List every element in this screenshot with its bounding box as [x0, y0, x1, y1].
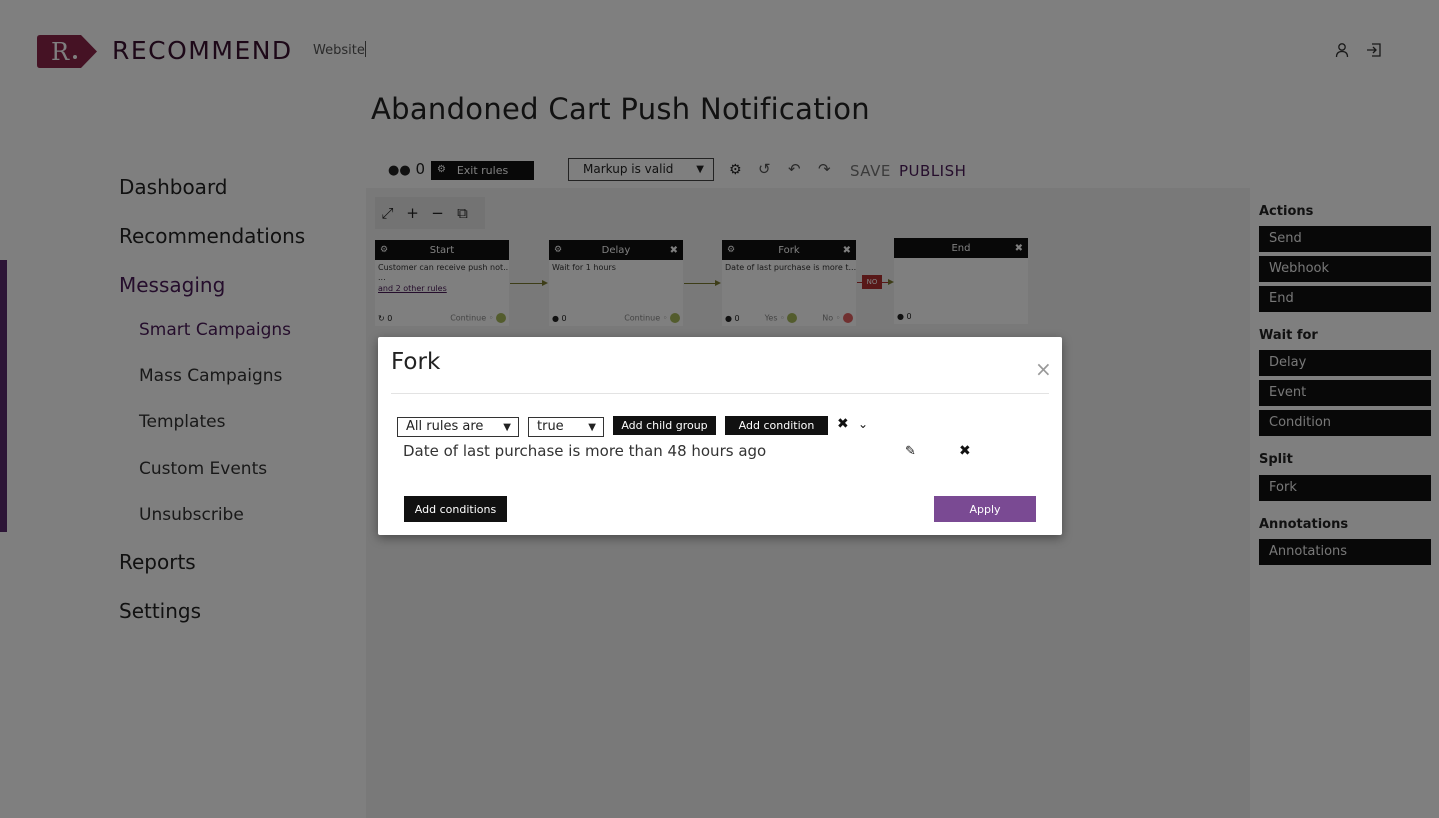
add-child-group-button[interactable]: Add child group — [613, 416, 716, 435]
rule-value-value: true — [537, 419, 564, 434]
caret-down-icon: ▼ — [503, 422, 511, 433]
rule-mode-value: All rules are — [406, 419, 484, 434]
rule-value-select[interactable]: true ▼ — [528, 417, 604, 437]
edit-icon[interactable]: ✎ — [905, 444, 916, 459]
caret-down-icon: ▼ — [588, 422, 596, 433]
modal-divider — [391, 393, 1049, 394]
delete-condition-icon[interactable]: ✖ — [959, 443, 971, 459]
fork-modal: Fork × All rules are ▼ true ▼ Add child … — [378, 337, 1062, 535]
apply-button[interactable]: Apply — [934, 496, 1036, 522]
condition-text: Date of last purchase is more than 48 ho… — [403, 442, 767, 460]
chevron-down-icon[interactable]: ⌄ — [858, 417, 868, 431]
close-icon[interactable]: × — [1035, 357, 1052, 381]
modal-title: Fork — [391, 349, 441, 375]
add-condition-button[interactable]: Add condition — [725, 416, 828, 435]
rule-mode-select[interactable]: All rules are ▼ — [397, 417, 519, 437]
add-conditions-button[interactable]: Add conditions — [404, 496, 507, 522]
remove-group-icon[interactable]: ✖ — [837, 416, 849, 432]
